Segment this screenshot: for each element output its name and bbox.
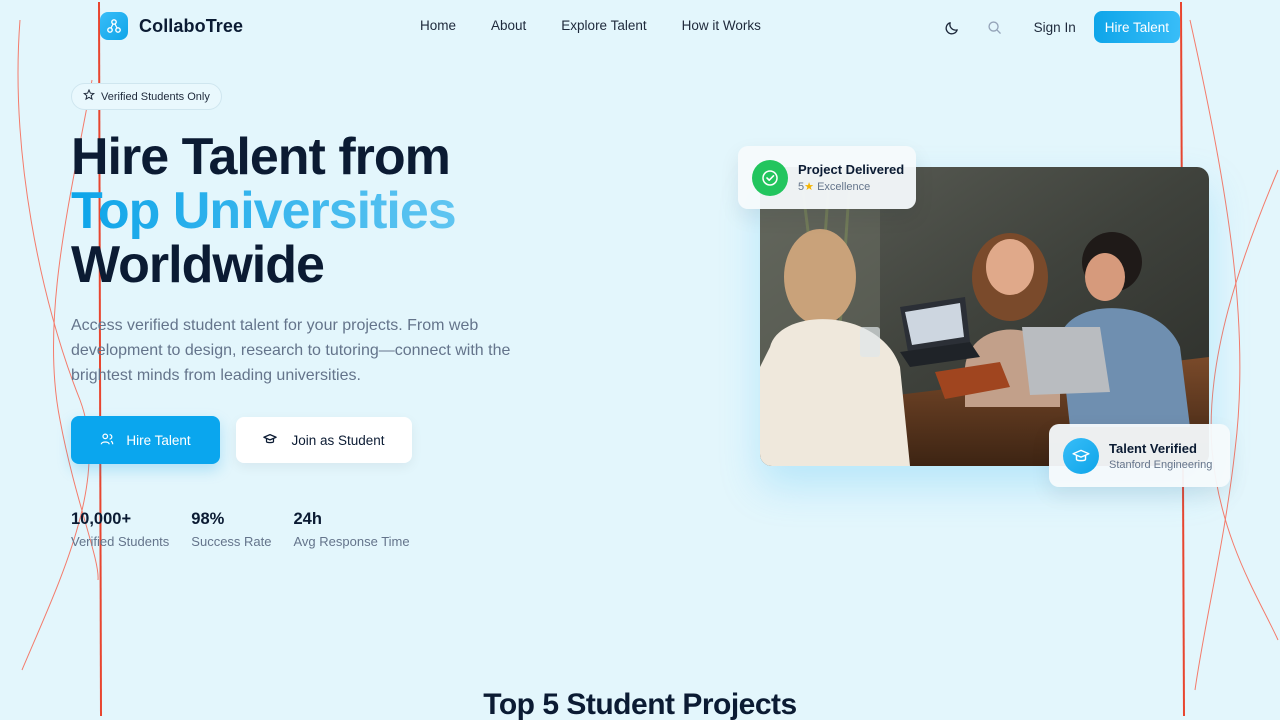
star-icon [82,88,96,104]
nav-link-explore-talent[interactable]: Explore Talent [561,18,646,33]
stat-value: 98% [191,510,225,528]
stat-label: Avg Response Time [293,534,410,549]
stat-success-rate: 98% Success Rate [191,510,271,549]
hero-title-line-1: Hire Talent from [71,128,451,186]
stat-label: Success Rate [191,534,272,549]
join-as-student-button[interactable]: Join as Student [236,417,412,463]
stat-label: Verified Students [71,534,170,549]
talent-verified-card: Talent Verified Stanford Engineering [1049,424,1230,487]
nav-link-home[interactable]: Home [420,18,456,33]
brand-logo-icon [100,12,128,40]
join-as-student-label: Join as Student [291,432,385,448]
stat-value: 10,000+ [71,510,132,528]
hire-talent-button-label: Hire Talent [126,432,191,448]
nav-link-how-it-works[interactable]: How it Works [682,18,761,33]
star-filled-icon: ★ [804,181,814,193]
stat-verified-students: 10,000+ Verified Students [71,510,169,549]
hero-photo [760,167,1209,466]
brand-name: CollaboTree [139,15,244,36]
brand[interactable]: CollaboTree [100,12,243,40]
stat-response-time: 24h Avg Response Time [294,510,410,549]
project-delivered-subtitle: 5★ Excellence [798,180,904,193]
rating-label: Excellence [817,181,871,193]
section-title-top-projects: Top 5 Student Projects [483,688,797,720]
project-delivered-title: Project Delivered [798,162,905,177]
nav-link-about[interactable]: About [491,18,526,33]
talent-verified-subtitle: Stanford Engineering [1109,458,1213,471]
nav-actions: Sign In Hire Talent [938,11,1180,43]
main-menu: Home About Explore Talent How it Works [420,18,761,33]
hire-talent-button[interactable]: Hire Talent [71,416,220,464]
hero-title: Hire Talent from Top Universities Worldw… [71,128,457,294]
users-icon [100,432,114,449]
graduation-cap-icon [1063,437,1099,474]
project-delivered-card: Project Delivered 5★ Excellence [738,146,916,209]
badge-label: Verified Students Only [101,90,210,103]
hero-title-line-2: Top Universities [71,182,457,240]
talent-verified-title: Talent Verified [1109,440,1197,456]
hero-title-line-3: Worldwide [71,236,325,294]
moon-icon[interactable] [938,12,968,42]
stat-value: 24h [293,510,322,528]
hire-talent-nav-button[interactable]: Hire Talent [1093,11,1180,43]
search-icon[interactable] [980,12,1010,42]
check-circle-icon [752,159,788,196]
stats-row: 10,000+ Verified Students 98% Success Ra… [71,510,432,549]
graduation-cap-icon [263,432,278,449]
hero-description: Access verified student talent for your … [71,317,511,384]
verified-badge: Verified Students Only [71,83,222,110]
top-navbar: CollaboTree Home About Explore Talent Ho… [0,0,1280,54]
sign-in-link[interactable]: Sign In [1034,20,1076,35]
